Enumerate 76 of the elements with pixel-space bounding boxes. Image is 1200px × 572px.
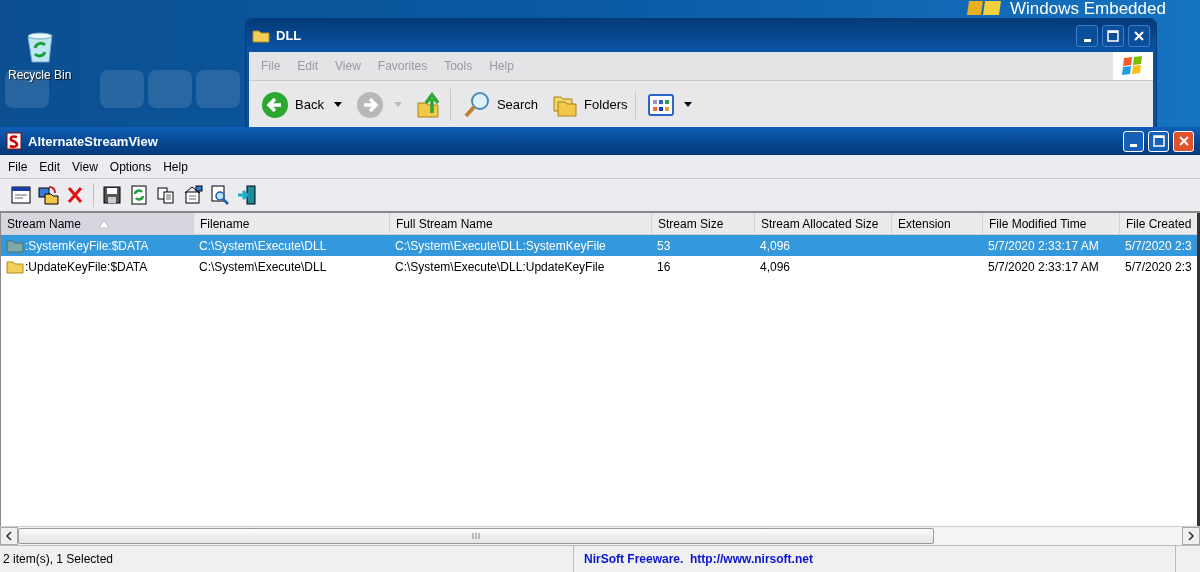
window-title: DLL: [276, 28, 302, 43]
menu-item[interactable]: File: [2, 159, 34, 174]
menu-item[interactable]: View: [66, 159, 104, 174]
table-cell: 5/7/2020 2:33:17 AM: [988, 238, 1099, 253]
scroll-right-button[interactable]: [1182, 527, 1200, 545]
table-cell: 4,096: [760, 238, 791, 253]
menu-item[interactable]: Edit: [33, 159, 67, 174]
maximize-icon: [1107, 29, 1119, 42]
folders-icon[interactable]: [37, 184, 59, 206]
column-header[interactable]: Stream Allocated Size: [755, 213, 892, 234]
close-icon: [1133, 29, 1145, 42]
scroll-left-button[interactable]: [0, 527, 18, 545]
folders-button[interactable]: Folders: [548, 90, 637, 119]
maximize-icon: [1152, 135, 1165, 147]
table-cell: C:\System\Execute\DLL: [199, 259, 327, 274]
close-icon: [1177, 135, 1190, 147]
caret-icon: [393, 102, 402, 107]
app-icon: [6, 132, 22, 150]
status-text: 2 item(s), 1 Selected: [3, 552, 114, 566]
window-title: AlternateStreamView: [28, 133, 158, 149]
table-cell: C:\System\Execute\DLL: [199, 238, 327, 253]
sort-arrow-icon: [99, 219, 110, 228]
search-icon[interactable]: [209, 184, 231, 206]
desktop-logo-text: Windows Embedded: [1010, 0, 1166, 17]
folder-icon: [6, 238, 24, 253]
caret-icon: [333, 102, 342, 107]
folder-icon: [6, 259, 24, 274]
grip-icon: [471, 532, 481, 540]
table-cell: 5/7/2020 2:3: [1125, 259, 1192, 274]
windows-logo-icon: [1113, 52, 1153, 80]
table-cell: C:\System\Execute\DLL:UpdateKeyFile: [395, 259, 605, 274]
scrollbar-thumb[interactable]: [18, 528, 934, 544]
exit-icon[interactable]: [236, 184, 258, 206]
column-header[interactable]: File Created: [1120, 213, 1197, 234]
desktop-tile: [196, 70, 240, 108]
column-header[interactable]: Filename: [194, 213, 390, 234]
table-cell: :SystemKeyFile:$DATA: [25, 238, 149, 253]
views-icon: [648, 93, 675, 116]
table-cell: 16: [657, 259, 671, 274]
horizontal-scrollbar[interactable]: [0, 526, 1200, 545]
back-button[interactable]: Back: [257, 88, 346, 121]
desktop-tile: [100, 70, 144, 108]
properties-icon[interactable]: [182, 184, 204, 206]
folder-icon: [252, 28, 270, 43]
column-header[interactable]: Stream Size: [652, 213, 755, 234]
close-button[interactable]: [1128, 24, 1150, 47]
desktop-icon-label[interactable]: Recycle Bin: [8, 68, 72, 82]
save-icon[interactable]: [101, 184, 123, 206]
refresh-icon[interactable]: [128, 184, 150, 206]
caret-icon: [684, 102, 693, 107]
table-cell: 4,096: [760, 259, 791, 274]
column-header[interactable]: Stream Name: [1, 213, 194, 234]
desktop-tile: [148, 70, 192, 108]
table-cell: :UpdateKeyFile:$DATA: [25, 259, 148, 274]
recycle-bin-icon[interactable]: [24, 32, 55, 64]
column-header[interactable]: File Modified Time: [983, 213, 1120, 234]
table-cell: 5/7/2020 2:33:17 AM: [988, 259, 1099, 274]
copy-icon[interactable]: [155, 184, 177, 206]
maximize-button[interactable]: [1102, 24, 1124, 47]
column-header[interactable]: Extension: [892, 213, 983, 234]
menu-item[interactable]: Options: [103, 159, 158, 174]
table-row[interactable]: :UpdateKeyFile:$DATA C:\System\Execute\DLL C:\System\Execute\DLL:UpdateKeyFile 16 4,096 5/7/2020 2:33:17 AM 5/7/2020 2:3: [1, 256, 1197, 277]
menu-item[interactable]: Help: [157, 159, 194, 174]
search-icon: [462, 90, 491, 119]
search-button[interactable]: Search: [458, 88, 543, 121]
column-header[interactable]: Full Stream Name: [390, 213, 652, 234]
minimize-button[interactable]: [1076, 24, 1098, 47]
table-cell: 53: [657, 238, 671, 253]
desktop-tile: [5, 70, 49, 108]
window-icon[interactable]: [10, 184, 32, 206]
status-credit-text: NirSoft Freeware. http://www.nirsoft.net: [584, 552, 813, 566]
table-cell: C:\System\Execute\DLL:SystemKeyFile: [395, 238, 606, 253]
table-cell: 5/7/2020 2:3: [1125, 238, 1192, 253]
minimize-icon: [1083, 38, 1091, 42]
minimize-icon: [1130, 143, 1137, 147]
up-folder-icon: [415, 90, 442, 119]
